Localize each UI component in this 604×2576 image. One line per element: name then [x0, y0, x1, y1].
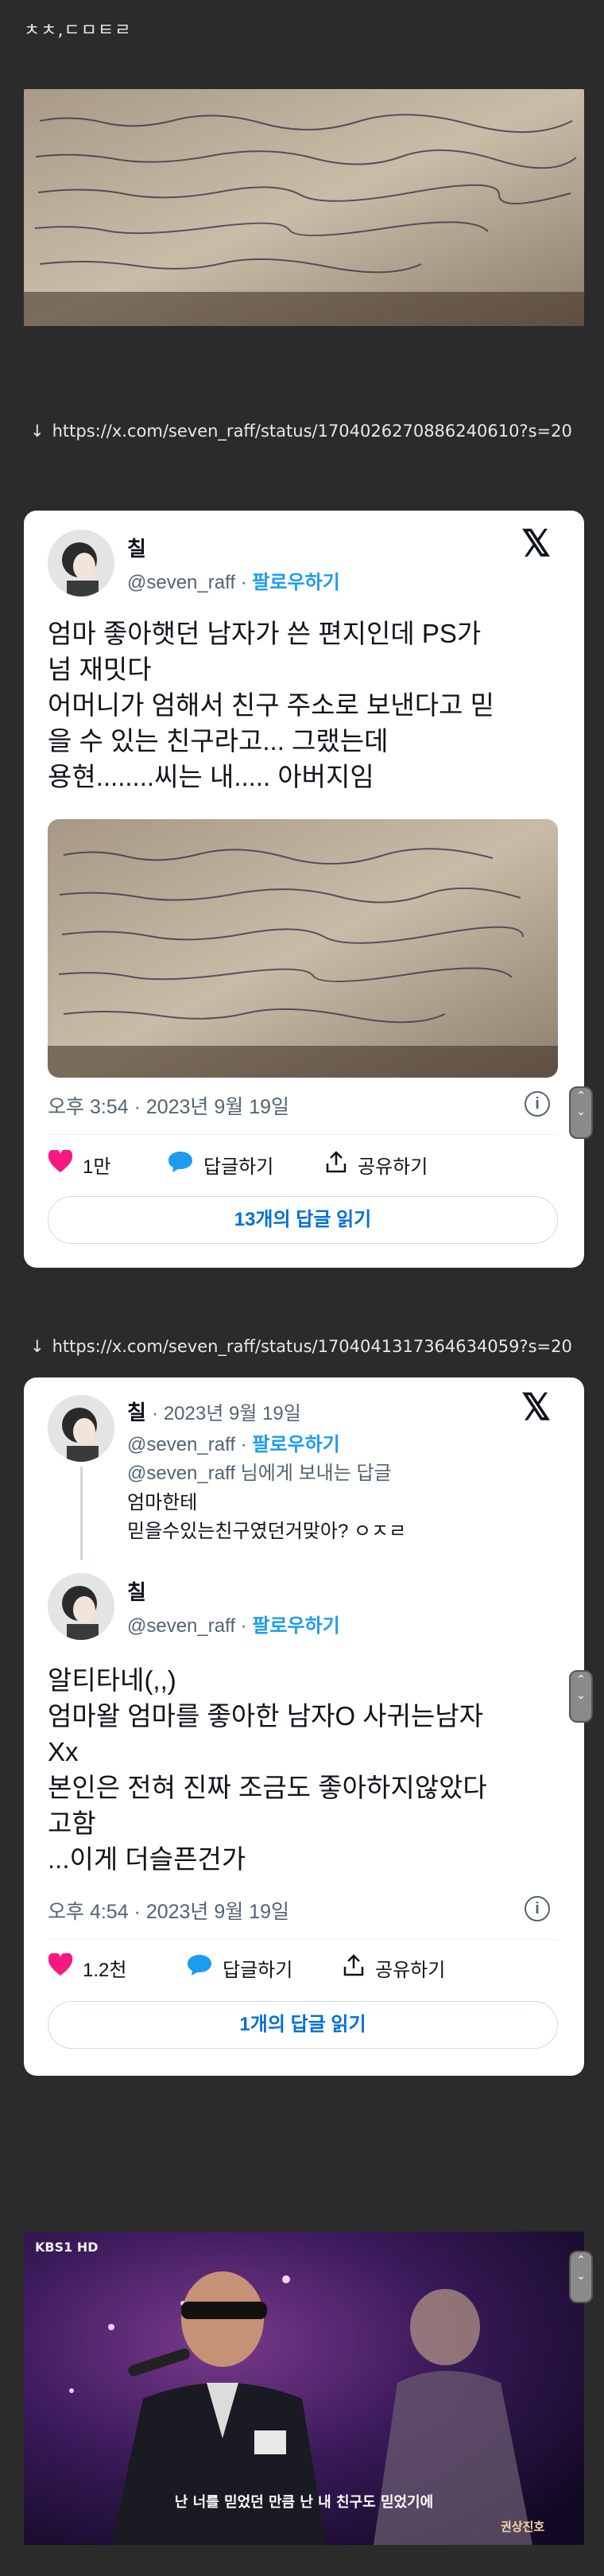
- tweet-card: 칠 · 2023년 9월 19일 @seven_raff · 팔로우하기 𝕏 @…: [24, 1377, 584, 2076]
- dot-separator: ·: [240, 572, 247, 593]
- display-name[interactable]: 칠: [127, 533, 146, 562]
- letter-photo: [24, 89, 584, 326]
- display-name[interactable]: 칠: [127, 1576, 146, 1606]
- handle-row: @seven_raff · 팔로우하기: [127, 566, 340, 594]
- tweet-link[interactable]: ↓ https://x.com/seven_raff/status/1704026…: [30, 417, 579, 445]
- read-replies-button[interactable]: 1개의 답글 읽기: [48, 2001, 558, 2049]
- info-icon[interactable]: i: [525, 1091, 550, 1117]
- share-icon: [342, 1953, 366, 1983]
- handle[interactable]: @seven_raff: [127, 1615, 235, 1637]
- parent-header: 칠 · 2023년 9월 19일: [127, 1397, 301, 1426]
- dot-separator: ·: [240, 1615, 247, 1637]
- reply-button[interactable]: 답글하기: [167, 1150, 273, 1179]
- share-label: 공유하기: [375, 1960, 446, 1981]
- link-url[interactable]: https://x.com/seven_raff/status/17040413…: [52, 1337, 572, 1356]
- timestamp[interactable]: 오후 3:54 · 2023년 9월 19일: [48, 1091, 289, 1120]
- subtitle-caption: 난 너를 믿었던 만큼 난 내 친구도 믿었기에: [174, 2494, 434, 2511]
- like-count: 1.2천: [83, 1960, 127, 1981]
- x-logo-icon[interactable]: 𝕏: [521, 522, 551, 565]
- parent-date[interactable]: · 2023년 9월 19일: [152, 1403, 301, 1424]
- avatar[interactable]: [48, 530, 114, 596]
- info-icon[interactable]: i: [525, 1896, 550, 1921]
- share-icon: [324, 1150, 348, 1179]
- divider: [48, 1134, 558, 1135]
- reply-button[interactable]: 답글하기: [186, 1953, 292, 1983]
- timestamp[interactable]: 오후 4:54 · 2023년 9월 19일: [48, 1896, 289, 1925]
- parent-display-name[interactable]: 칠: [127, 1401, 146, 1424]
- tweet-text: 엄마 좋아햇던 남자가 쓴 편지인데 PS가 넘 재밋다 어머니가 엄해서 친구…: [48, 619, 494, 791]
- tweet-card: 칠 @seven_raff · 팔로우하기 𝕏 엄마 좋아햇던 남자가 쓴 편지…: [24, 511, 584, 1268]
- channel-logo: KBS1 HD: [35, 2240, 99, 2255]
- parent-handle-row: @seven_raff · 팔로우하기: [127, 1428, 340, 1456]
- share-button[interactable]: 공유하기: [324, 1150, 428, 1179]
- handle[interactable]: @seven_raff: [127, 572, 235, 593]
- reply-to-label: @seven_raff 님에게 보내는 답글: [127, 1463, 392, 1484]
- tweet-text: 알티타네(,,) 엄마왈 엄마를 좋아한 남자O 사귀는남자 Xx 본인은 전혀…: [48, 1665, 487, 1874]
- link-url[interactable]: https://x.com/seven_raff/status/17040262…: [52, 422, 572, 441]
- like-count: 1만: [83, 1156, 111, 1178]
- share-button[interactable]: 공유하기: [342, 1953, 445, 1983]
- site-tag: ㅊㅊ,ㄷㅁㅌㄹ: [24, 21, 132, 41]
- scroll-handle[interactable]: ⌃ ⌄: [569, 1670, 593, 1723]
- speech-bubble-icon: [186, 1953, 213, 1983]
- reply-label: 답글하기: [223, 1960, 293, 1981]
- x-logo-icon[interactable]: 𝕏: [521, 1385, 551, 1428]
- heart-icon: [48, 1148, 73, 1179]
- tv-still-image: KBS1 HD 난 너를 믿었던 만큼 난 내 친구도 믿었기에 권상진호: [24, 2232, 584, 2545]
- divider: [48, 1939, 558, 1940]
- handle-row: @seven_raff · 팔로우하기: [127, 1610, 340, 1638]
- corner-program-logo: 권상진호: [501, 2520, 545, 2534]
- heart-icon: [48, 1952, 73, 1983]
- follow-button[interactable]: 팔로우하기: [252, 1615, 339, 1637]
- tweet-media[interactable]: [48, 819, 558, 1078]
- avatar[interactable]: [48, 1573, 114, 1640]
- down-arrow-icon: ↓: [30, 1337, 45, 1356]
- parent-text: 엄마한테 믿을수있는친구였던거맞아? ㅇㅈㄹ: [127, 1492, 407, 1542]
- reply-label: 답글하기: [203, 1156, 274, 1178]
- parent-avatar[interactable]: [48, 1395, 114, 1462]
- thread-line: [80, 1467, 83, 1560]
- scroll-handle[interactable]: ⌃ ⌄: [569, 2251, 593, 2303]
- scroll-handle[interactable]: ⌃ ⌄: [569, 1086, 593, 1139]
- like-button[interactable]: 1.2천: [48, 1952, 127, 1983]
- down-arrow-icon: ↓: [30, 422, 45, 441]
- read-replies-button[interactable]: 13개의 답글 읽기: [48, 1196, 558, 1244]
- share-label: 공유하기: [358, 1156, 428, 1178]
- like-button[interactable]: 1만: [48, 1148, 111, 1179]
- dot-separator: ·: [240, 1434, 247, 1455]
- tweet-link[interactable]: ↓ https://x.com/seven_raff/status/1704041…: [30, 1332, 587, 1361]
- speech-bubble-icon: [167, 1150, 194, 1179]
- follow-button[interactable]: 팔로우하기: [252, 572, 339, 593]
- handle[interactable]: @seven_raff: [127, 1434, 235, 1455]
- follow-button[interactable]: 팔로우하기: [252, 1434, 339, 1455]
